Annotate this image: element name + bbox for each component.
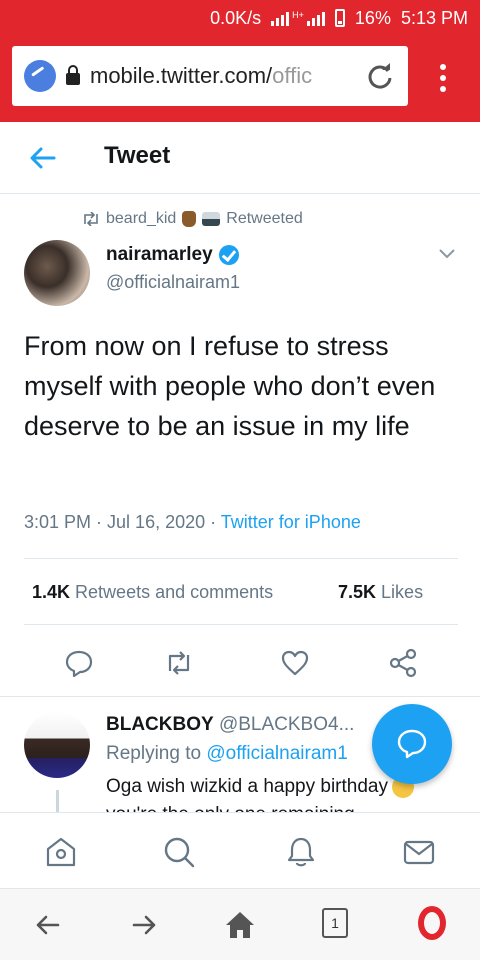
tweet-date: Jul 16, 2020 <box>107 512 206 532</box>
browser-toolbar: mobile.twitter.com/offic <box>0 36 480 122</box>
tweet-source[interactable]: Twitter for iPhone <box>221 512 361 532</box>
twitter-bottom-nav <box>0 812 480 888</box>
author-name-row[interactable]: nairamarley <box>106 244 239 266</box>
divider <box>0 696 480 697</box>
retweeted-label: Retweeted <box>226 210 303 227</box>
lock-icon <box>66 65 80 85</box>
back-arrow-icon[interactable] <box>28 144 58 172</box>
reload-icon[interactable] <box>366 62 394 90</box>
reply-avatar[interactable] <box>24 712 90 778</box>
network-type: H+ <box>292 10 304 20</box>
page-title: Tweet <box>104 142 171 169</box>
chevron-down-icon[interactable] <box>438 248 456 260</box>
opera-menu-icon[interactable] <box>418 906 446 940</box>
tweet-time: 3:01 PM <box>24 512 92 532</box>
reply-author[interactable]: BLACKBOY @BLACKBO4... <box>106 714 366 736</box>
tabs-icon[interactable]: 1 <box>322 908 348 938</box>
battery-percent: 16% <box>354 7 391 28</box>
retweets-stat[interactable]: 1.4K Retweets and comments <box>32 582 273 602</box>
page-header: Tweet <box>0 122 480 194</box>
retweet-action-icon[interactable] <box>164 648 194 678</box>
like-heart-icon[interactable] <box>280 648 310 678</box>
reply-icon[interactable] <box>64 648 94 678</box>
search-icon[interactable] <box>162 835 196 869</box>
messages-envelope-icon[interactable] <box>402 835 436 869</box>
status-bar: 0.0K/s H+ 16% 5:13 PM <box>0 0 480 36</box>
author-avatar[interactable] <box>24 240 90 306</box>
thread-line <box>56 790 59 812</box>
url-text[interactable]: mobile.twitter.com/offic <box>90 63 340 89</box>
likes-stat[interactable]: 7.5K Likes <box>338 582 423 603</box>
speed-dial-icon[interactable] <box>24 60 56 92</box>
browser-bottom-bar <box>0 888 480 960</box>
notifications-bell-icon[interactable] <box>284 835 318 869</box>
compose-reply-button[interactable] <box>372 704 452 784</box>
author-name[interactable]: nairamarley <box>106 244 213 266</box>
home-icon[interactable] <box>44 835 78 869</box>
hand-emoji-icon <box>182 211 197 227</box>
address-bar[interactable]: mobile.twitter.com/offic <box>12 46 408 106</box>
browser-home-icon[interactable] <box>224 909 256 941</box>
replying-to: Replying to @officialnairam1 <box>106 743 348 764</box>
tweet-stats: 1.4K Retweets and comments 7.5K Likes <box>32 582 423 603</box>
reply-mention[interactable]: @officialnairam1 <box>206 743 347 764</box>
divider <box>24 624 458 625</box>
network-speed: 0.0K/s <box>210 7 262 28</box>
retweeter-name[interactable]: beard_kid <box>106 210 176 228</box>
verified-badge-icon <box>218 245 239 265</box>
browser-back-icon[interactable] <box>32 909 64 941</box>
retweet-icon <box>84 212 98 226</box>
battery-icon <box>334 9 345 27</box>
tweet-text: From now on I refuse to stress myself wi… <box>24 331 436 441</box>
kebab-menu-icon[interactable] <box>440 64 446 92</box>
clock: 5:13 PM <box>400 7 468 28</box>
signal-icon: H+ <box>271 10 325 26</box>
retweet-context[interactable]: beard_kid Retweeted <box>82 210 303 228</box>
wave-emoji-icon <box>202 212 221 226</box>
author-handle[interactable]: @officialnairam1 <box>106 272 240 293</box>
browser-forward-icon[interactable] <box>128 909 160 941</box>
tweet-meta: 3:01 PM · Jul 16, 2020 · Twitter for iPh… <box>24 512 361 532</box>
speech-bubble-icon <box>397 729 427 759</box>
share-icon[interactable] <box>388 648 418 678</box>
divider <box>24 558 458 559</box>
